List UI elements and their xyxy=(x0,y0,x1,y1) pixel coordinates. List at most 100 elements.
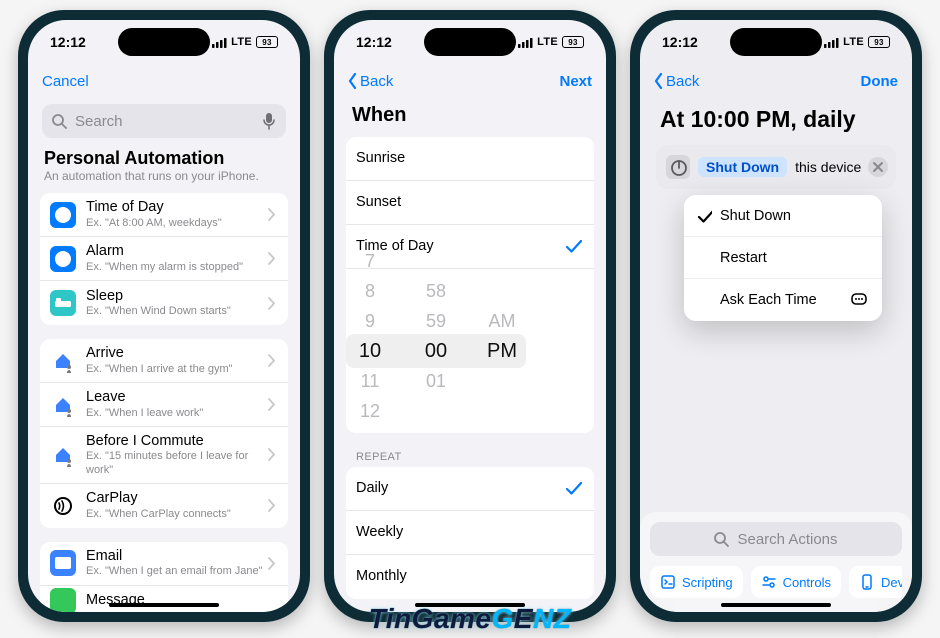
trigger-leave[interactable]: LeaveEx. "When I leave work" xyxy=(40,383,288,427)
repeat-option[interactable]: Daily xyxy=(346,467,594,511)
trigger-before-commute[interactable]: Before I CommuteEx. "15 minutes before I… xyxy=(40,427,288,484)
search-placeholder: Search xyxy=(75,113,254,130)
action-parameter[interactable]: Shut Down xyxy=(698,157,787,177)
trigger-group-location: ArriveEx. "When I arrive at the gym" Lea… xyxy=(40,339,288,528)
battery-icon: 93 xyxy=(868,36,890,48)
back-button[interactable]: Back xyxy=(348,73,393,90)
carplay-icon xyxy=(50,493,76,519)
search-placeholder: Search Actions xyxy=(737,531,837,548)
chip-scripting[interactable]: Scripting xyxy=(650,566,743,598)
battery-icon: 93 xyxy=(256,36,278,48)
popover-option[interactable]: Ask Each Time xyxy=(684,279,882,321)
trigger-group-time: Time of DayEx. "At 8:00 AM, weekdays" Al… xyxy=(40,193,288,325)
chevron-right-icon xyxy=(268,448,276,461)
signal-bars-icon xyxy=(518,36,533,48)
chevron-right-icon xyxy=(268,398,276,411)
repeat-option[interactable]: Monthly xyxy=(346,555,594,599)
power-icon xyxy=(666,155,690,179)
trigger-time-of-day[interactable]: Time of DayEx. "At 8:00 AM, weekdays" xyxy=(40,193,288,237)
phone-1: 12:12 LTE 93 Cancel Search Personal Auto… xyxy=(18,10,310,622)
category-chips: ScriptingControlsDevice xyxy=(650,566,902,598)
repeat-options: DailyWeeklyMonthly xyxy=(346,467,594,599)
action-text: this device xyxy=(795,159,861,175)
page-subtitle: An automation that runs on your iPhone. xyxy=(36,169,292,193)
status-bar: 12:12 LTE 93 xyxy=(28,20,300,64)
parameter-popover: Shut DownRestartAsk Each Time xyxy=(684,195,882,321)
when-option[interactable]: Sunset xyxy=(346,181,594,225)
status-bar: 12:12 LTE 93 xyxy=(334,20,606,64)
trigger-group-comms: EmailEx. "When I get an email from Jane"… xyxy=(40,542,288,612)
search-field[interactable]: Search xyxy=(42,104,286,138)
time-picker[interactable]: 78910111258590001AMPM xyxy=(346,269,526,433)
page-title: Personal Automation xyxy=(36,148,292,169)
nav-bar: Back Next xyxy=(334,64,606,98)
chevron-right-icon xyxy=(268,208,276,221)
popover-option[interactable]: Shut Down xyxy=(684,195,882,237)
popover-option[interactable]: Restart xyxy=(684,237,882,279)
status-time: 12:12 xyxy=(50,34,86,50)
automation-title: At 10:00 PM, daily xyxy=(648,98,904,145)
controls-icon xyxy=(761,574,777,590)
notch xyxy=(424,28,516,56)
chip-device[interactable]: Device xyxy=(849,566,902,598)
repeat-label: REPEAT xyxy=(342,447,598,467)
network-label: LTE xyxy=(843,36,864,48)
mail-icon xyxy=(50,550,76,576)
chevron-right-icon xyxy=(268,354,276,367)
signal-bars-icon xyxy=(212,36,227,48)
chevron-right-icon xyxy=(268,297,276,310)
cancel-button[interactable]: Cancel xyxy=(42,73,89,90)
search-icon xyxy=(714,532,729,547)
network-label: LTE xyxy=(537,36,558,48)
next-button[interactable]: Next xyxy=(559,73,592,90)
network-label: LTE xyxy=(231,36,252,48)
arrive-icon xyxy=(50,348,76,374)
when-option[interactable]: Sunrise xyxy=(346,137,594,181)
device-icon xyxy=(859,574,875,590)
trigger-sleep[interactable]: SleepEx. "When Wind Down starts" xyxy=(40,281,288,325)
chevron-right-icon xyxy=(268,252,276,265)
signal-bars-icon xyxy=(824,36,839,48)
chevron-right-icon xyxy=(268,557,276,570)
home-indicator[interactable] xyxy=(109,603,219,607)
trigger-carplay[interactable]: CarPlayEx. "When CarPlay connects" xyxy=(40,484,288,528)
phone-2: 12:12 LTE 93 Back Next When SunriseSunse… xyxy=(324,10,616,622)
message-icon xyxy=(50,588,76,612)
notch xyxy=(118,28,210,56)
nav-bar: Back Done xyxy=(640,64,912,98)
ask-icon xyxy=(850,291,868,309)
remove-action-button[interactable] xyxy=(868,157,888,177)
clock-icon xyxy=(50,202,76,228)
notch xyxy=(730,28,822,56)
trigger-email[interactable]: EmailEx. "When I get an email from Jane" xyxy=(40,542,288,586)
battery-icon: 93 xyxy=(562,36,584,48)
status-time: 12:12 xyxy=(356,34,392,50)
trigger-message[interactable]: Message xyxy=(40,586,288,612)
trigger-arrive[interactable]: ArriveEx. "When I arrive at the gym" xyxy=(40,339,288,383)
chip-controls[interactable]: Controls xyxy=(751,566,841,598)
leave-icon xyxy=(50,392,76,418)
status-time: 12:12 xyxy=(662,34,698,50)
trigger-alarm[interactable]: AlarmEx. "When my alarm is stopped" xyxy=(40,237,288,281)
commute-icon xyxy=(50,442,76,468)
search-actions-field[interactable]: Search Actions xyxy=(650,522,902,556)
when-options: SunriseSunsetTime of Day7891011125859000… xyxy=(346,137,594,433)
done-button[interactable]: Done xyxy=(861,73,899,90)
nav-bar: Cancel xyxy=(28,64,300,98)
clock-icon xyxy=(50,246,76,272)
section-heading: When xyxy=(342,98,598,137)
bed-icon xyxy=(50,290,76,316)
phone-3: 12:12 LTE 93 Back Done At 10:00 PM, dail… xyxy=(630,10,922,622)
status-bar: 12:12 LTE 93 xyxy=(640,20,912,64)
action-picker[interactable]: Search Actions ScriptingControlsDevice xyxy=(640,512,912,612)
repeat-option[interactable]: Weekly xyxy=(346,511,594,555)
action-shut-down[interactable]: Shut Down this device xyxy=(656,145,896,189)
check-icon xyxy=(566,481,582,497)
chevron-right-icon xyxy=(268,499,276,512)
back-button[interactable]: Back xyxy=(654,73,699,90)
check-icon xyxy=(698,209,712,223)
search-icon xyxy=(52,114,67,129)
home-indicator[interactable] xyxy=(415,603,525,607)
home-indicator[interactable] xyxy=(721,603,831,607)
mic-icon[interactable] xyxy=(262,112,276,130)
